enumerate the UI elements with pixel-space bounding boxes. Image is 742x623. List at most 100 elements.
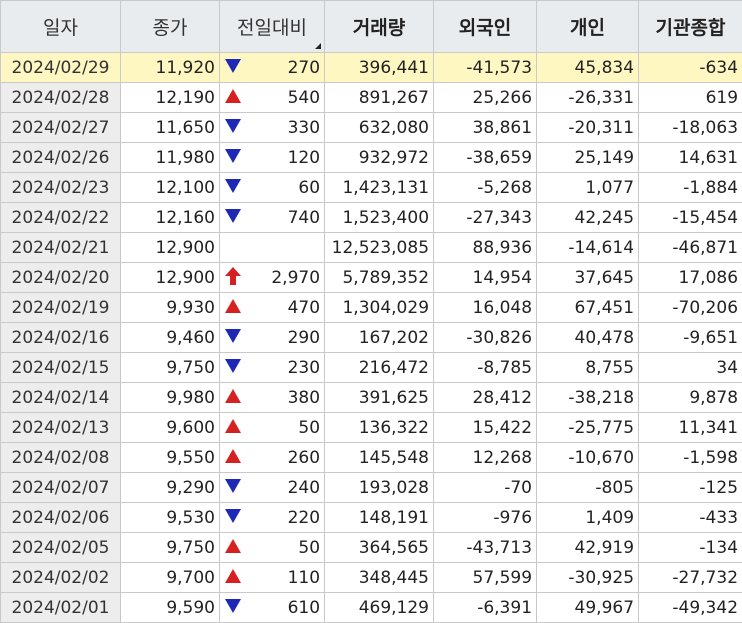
date-cell: 2024/02/06 [0, 502, 121, 533]
table-row[interactable]: 2024/02/27 11,650 330 632,080 38,861 -20,311-… [0, 112, 742, 143]
individual-cell: -26,331 [536, 82, 640, 113]
date-cell: 2024/02/02 [0, 562, 121, 593]
table-row[interactable]: 2024/02/07 9,290 240 193,028 -70 -805 -125 [0, 472, 742, 503]
table-row[interactable]: 2024/02/20 12,900 2,970 5,789,352 14,954 37,6… [0, 262, 742, 293]
close-cell: 9,930 [120, 292, 220, 323]
triangle-up-icon [224, 297, 242, 315]
header-date[interactable]: 일자 [0, 0, 121, 53]
table-row[interactable]: 2024/02/06 9,530 220 148,191 -976 1,409 -433 [0, 502, 742, 533]
triangle-down-icon [224, 507, 242, 525]
table-row[interactable]: 2024/02/22 12,160 740 1,523,400 -27,343 42,24… [0, 202, 742, 233]
individual-cell: -20,311 [536, 112, 640, 143]
individual-cell: 42,919 [536, 532, 640, 563]
header-close[interactable]: 종가 [120, 0, 220, 53]
change-cell: 240 [247, 472, 326, 503]
header-institution[interactable]: 기관종합 [638, 0, 742, 53]
date-cell: 2024/02/07 [0, 472, 121, 503]
triangle-down-icon [224, 357, 242, 375]
change-direction-cell [219, 562, 248, 593]
close-cell: 9,460 [120, 322, 220, 353]
table-row[interactable]: 2024/02/14 9,980 380 391,625 28,412 -38,218 9,… [0, 382, 742, 413]
foreign-cell: -70 [433, 472, 538, 503]
arrow-up-icon [224, 267, 242, 285]
foreign-cell: 25,266 [433, 82, 538, 113]
volume-cell: 469,129 [324, 592, 435, 623]
change-direction-cell [219, 232, 248, 263]
close-cell: 9,590 [120, 592, 220, 623]
individual-cell: 45,834 [536, 52, 640, 83]
institution-cell: -134 [638, 532, 742, 563]
change-cell: 110 [247, 562, 326, 593]
change-direction-cell [219, 82, 248, 113]
change-direction-cell [219, 412, 248, 443]
institution-cell: 14,631 [638, 142, 742, 173]
institution-cell: -15,454 [638, 202, 742, 233]
date-cell: 2024/02/01 [0, 592, 121, 623]
institution-cell: -9,651 [638, 322, 742, 353]
table-row[interactable]: 2024/02/26 11,980 120 932,972 -38,659 25,149 1… [0, 142, 742, 173]
table-row[interactable]: 2024/02/13 9,600 50 136,322 15,422 -25,775 11,… [0, 412, 742, 443]
table-row[interactable]: 2024/02/29 11,920 270 396,441 -41,573 45,834-… [0, 52, 742, 83]
table-row[interactable]: 2024/02/01 9,590 610 469,129 -6,391 49,967 -49… [0, 592, 742, 623]
individual-cell: 1,409 [536, 502, 640, 533]
close-cell: 12,900 [120, 262, 220, 293]
institution-cell: 619 [638, 82, 742, 113]
volume-cell: 216,472 [324, 352, 435, 383]
header-individual[interactable]: 개인 [536, 0, 640, 53]
table-row[interactable]: 2024/02/23 12,100 60 1,423,131 -5,268 1,077 -1… [0, 172, 742, 203]
triangle-down-icon [224, 57, 242, 75]
table-body: 2024/02/29 11,920 270 396,441 -41,573 45,834-… [0, 52, 742, 623]
triangle-up-icon [224, 387, 242, 405]
table-row[interactable]: 2024/02/21 12,900 12,523,085 88,936 -14,614-… [0, 232, 742, 263]
table-row[interactable]: 2024/02/15 9,750 230 216,472 -8,785 8,755 34 [0, 352, 742, 383]
institution-cell: 34 [638, 352, 742, 383]
foreign-cell: 16,048 [433, 292, 538, 323]
table-row[interactable]: 2024/02/28 12,190 540 891,267 25,266 -26,331 6… [0, 82, 742, 113]
table-row[interactable]: 2024/02/19 9,930 470 1,304,029 16,048 67,451-… [0, 292, 742, 323]
triangle-down-icon [224, 477, 242, 495]
foreign-cell: 12,268 [433, 442, 538, 473]
date-cell: 2024/02/19 [0, 292, 121, 323]
close-cell: 9,980 [120, 382, 220, 413]
sort-indicator-icon [315, 43, 322, 49]
foreign-cell: 88,936 [433, 232, 538, 263]
volume-cell: 145,548 [324, 442, 435, 473]
date-cell: 2024/02/20 [0, 262, 121, 293]
volume-cell: 167,202 [324, 322, 435, 353]
change-cell: 50 [247, 532, 326, 563]
foreign-cell: 57,599 [433, 562, 538, 593]
foreign-cell: -6,391 [433, 592, 538, 623]
close-cell: 12,190 [120, 82, 220, 113]
date-cell: 2024/02/13 [0, 412, 121, 443]
change-cell: 610 [247, 592, 326, 623]
individual-cell: 42,245 [536, 202, 640, 233]
header-volume[interactable]: 거래량 [324, 0, 435, 53]
table-row[interactable]: 2024/02/16 9,460 290 167,202 -30,826 40,478 -9… [0, 322, 742, 353]
volume-cell: 364,565 [324, 532, 435, 563]
table-row[interactable]: 2024/02/05 9,750 50 364,565 -43,713 42,919 -13… [0, 532, 742, 563]
triangle-down-icon [224, 147, 242, 165]
individual-cell: -805 [536, 472, 640, 503]
date-cell: 2024/02/05 [0, 532, 121, 563]
change-direction-cell [219, 382, 248, 413]
change-cell: 2,970 [247, 262, 326, 293]
volume-cell: 193,028 [324, 472, 435, 503]
change-direction-cell [219, 442, 248, 473]
foreign-cell: -27,343 [433, 202, 538, 233]
change-cell: 230 [247, 352, 326, 383]
table-row[interactable]: 2024/02/02 9,700 110 348,445 57,599 -30,925 -2… [0, 562, 742, 593]
change-direction-cell [219, 142, 248, 173]
table-row[interactable]: 2024/02/08 9,550 260 145,548 12,268 -10,670 -1… [0, 442, 742, 473]
close-cell: 11,980 [120, 142, 220, 173]
header-foreign[interactable]: 외국인 [433, 0, 538, 53]
change-direction-cell [219, 502, 248, 533]
change-direction-cell [219, 52, 248, 83]
institution-cell: -18,063 [638, 112, 742, 143]
header-row: 일자 종가 전일대비 거래량 외국인 개인 기관종합 [0, 0, 742, 53]
change-cell: 540 [247, 82, 326, 113]
volume-cell: 136,322 [324, 412, 435, 443]
header-change[interactable]: 전일대비 [218, 0, 326, 53]
change-cell: 50 [247, 412, 326, 443]
change-cell: 740 [247, 202, 326, 233]
change-cell: 220 [247, 502, 326, 533]
